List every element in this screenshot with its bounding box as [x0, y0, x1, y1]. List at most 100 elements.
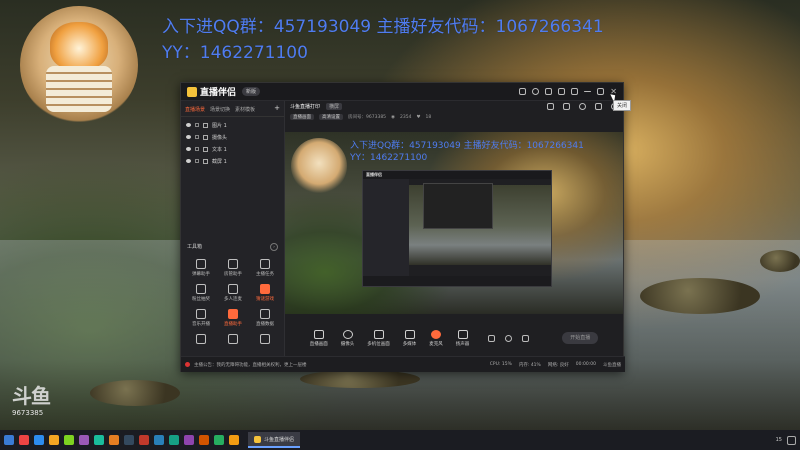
overlay-text-line1: 入下进QQ群：457193049 主播好友代码：1067266341: [162, 17, 604, 37]
app-icon[interactable]: [139, 435, 149, 445]
status-right: CPU: 15% 内存: 41% 网络: 良好 00:00:00 斗鱼直播: [490, 362, 621, 368]
online-count: 2354: [399, 114, 412, 120]
tool-room-manager[interactable]: 房管助手: [217, 259, 249, 277]
app-icon[interactable]: [34, 435, 44, 445]
button-label: 麦克风: [429, 341, 443, 347]
tool-extra[interactable]: [249, 334, 281, 344]
eye-icon[interactable]: [186, 159, 191, 163]
layer-item[interactable]: 图片 1: [181, 119, 284, 131]
start-live-button[interactable]: 开始直播: [562, 332, 599, 344]
menu-icon[interactable]: [558, 88, 566, 95]
eye-icon[interactable]: [186, 123, 191, 127]
overlay-text-line2: YY：1462271100: [162, 43, 308, 63]
room-number: 房间号：9673385: [348, 115, 387, 120]
app-icon[interactable]: [124, 435, 134, 445]
eye-icon[interactable]: [186, 135, 191, 139]
taskbar-active-app[interactable]: 斗鱼直播伴侣: [248, 432, 301, 448]
message-icon[interactable]: [519, 88, 527, 95]
app-icon[interactable]: [79, 435, 89, 445]
window-controls: ✕: [519, 87, 617, 96]
douyu-app-icon: [254, 435, 261, 443]
tool-live-data[interactable]: 直播数据: [249, 309, 281, 327]
record-dot-icon[interactable]: [505, 334, 513, 342]
eye-icon[interactable]: [186, 147, 191, 151]
streaming-app-window: 直播伴侣 新版 ✕ 直播场景 场景切换 素材模板 + 图片 1 摄像头 文本 1…: [180, 82, 625, 372]
add-scene-icon[interactable]: +: [274, 105, 280, 113]
tool-label: 猜谜游戏: [256, 297, 274, 302]
lock-icon[interactable]: [195, 123, 199, 127]
app-icon[interactable]: [64, 435, 74, 445]
share-icon[interactable]: [547, 103, 554, 110]
app-icon[interactable]: [154, 435, 164, 445]
layer-item[interactable]: 文本 1: [181, 143, 284, 155]
tool-barrage-assistant[interactable]: 弹幕助手: [185, 259, 217, 277]
app-icon[interactable]: [19, 435, 29, 445]
version-badge[interactable]: 新版: [242, 87, 261, 96]
mic-icon[interactable]: [579, 103, 586, 110]
toolbox-settings-icon[interactable]: ›: [270, 243, 278, 251]
minimize-icon[interactable]: [584, 91, 592, 92]
notice-icon: [185, 362, 190, 367]
app-icon[interactable]: [109, 435, 119, 445]
app-name: 直播伴侣: [200, 88, 237, 98]
layer-item[interactable]: 摄像头: [181, 131, 284, 143]
camera-button[interactable]: 摄像头: [341, 329, 354, 347]
maximize-icon[interactable]: [597, 88, 605, 95]
button-label: 多机位画面: [367, 341, 390, 347]
logo-icon: [187, 86, 197, 97]
screen-icon: [313, 329, 324, 339]
mode-pill[interactable]: 直播画面: [290, 114, 314, 120]
app-icon[interactable]: [229, 435, 239, 445]
user-icon[interactable]: [532, 88, 540, 95]
speaker-button[interactable]: 扬声器: [456, 329, 469, 347]
status-message: 主播公告：我的无障碍功能，直播相关权利，更上一层楼: [194, 362, 307, 368]
app-icon[interactable]: [184, 435, 194, 445]
system-tray: 15: [776, 435, 796, 445]
app-icon[interactable]: [49, 435, 59, 445]
lock-icon[interactable]: [195, 147, 199, 151]
tab-broadcast[interactable]: 斗鱼直播打印: [290, 103, 320, 110]
tool-lottery[interactable]: 粉丝抽奖: [185, 284, 217, 302]
rock: [90, 380, 180, 406]
gift-icon[interactable]: [545, 88, 553, 95]
screen-button[interactable]: 直播画面: [310, 329, 328, 347]
media-button[interactable]: 多媒体: [403, 329, 416, 347]
tab-scene-switch[interactable]: 场景切换: [210, 106, 230, 113]
video-icon[interactable]: [488, 334, 496, 342]
multicam-button[interactable]: 多机位画面: [367, 329, 390, 347]
tool-tasks[interactable]: 主播任务: [249, 259, 281, 277]
tool-extra[interactable]: [217, 334, 249, 344]
record-icon[interactable]: [595, 103, 602, 110]
tab-templates[interactable]: 素材模板: [235, 106, 255, 113]
app-icon[interactable]: [94, 435, 104, 445]
skin-icon[interactable]: [571, 88, 579, 95]
tool-guess-game[interactable]: 猜谜游戏: [249, 284, 281, 302]
text-icon: [203, 146, 208, 152]
multicam-icon: [373, 329, 384, 339]
app-icon[interactable]: [199, 435, 209, 445]
gear-icon[interactable]: [522, 334, 530, 342]
tool-live-helper[interactable]: 直播助手: [217, 309, 249, 327]
tab-live-scene[interactable]: 直播场景: [185, 106, 205, 113]
windows-start-icon[interactable]: [4, 435, 14, 445]
tool-label: 弹幕助手: [192, 272, 210, 277]
tool-multi-link[interactable]: 多人连麦: [217, 284, 249, 302]
camera-icon: [342, 329, 353, 339]
app-icon[interactable]: [214, 435, 224, 445]
fans-count: 18: [425, 114, 432, 120]
rock: [760, 250, 800, 272]
settings-icon[interactable]: [563, 103, 570, 110]
tool-music[interactable]: 音乐开播: [185, 309, 217, 327]
extra-icon: [196, 334, 206, 344]
nested-window: [423, 183, 493, 229]
quality-pill[interactable]: 高清设置: [319, 114, 343, 120]
orientation-tag[interactable]: 横屏: [326, 103, 343, 110]
lock-icon[interactable]: [195, 159, 199, 163]
preview-canvas[interactable]: 入下进QQ群：457193049 主播好友代码：1067266341 YY：14…: [285, 132, 623, 314]
lock-icon[interactable]: [195, 135, 199, 139]
layer-item[interactable]: 截屏 1: [181, 155, 284, 167]
tool-extra[interactable]: [185, 334, 217, 344]
app-icon[interactable]: [169, 435, 179, 445]
notification-icon[interactable]: [787, 435, 796, 445]
mic-button[interactable]: 麦克风: [429, 329, 443, 347]
